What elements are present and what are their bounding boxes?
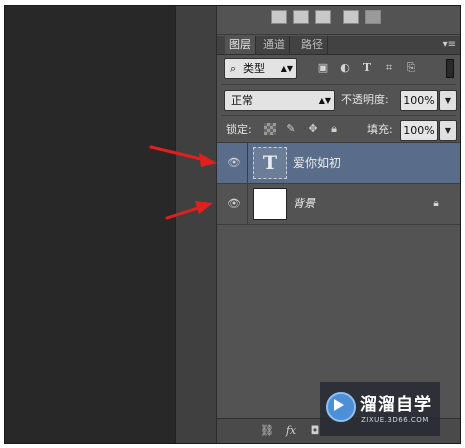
- fill-dropdown-button[interactable]: ▼: [439, 120, 457, 141]
- tab-channels[interactable]: 通道: [259, 36, 290, 54]
- tab-layers[interactable]: 图层: [225, 36, 256, 54]
- adjustment-preset-icon[interactable]: [365, 10, 381, 24]
- layer-filter-row: ⌕ 类型 ▲▼ ▣ ◐ T ⌗ ⎘: [217, 55, 460, 81]
- panel-menu-icon[interactable]: ▾≡: [443, 37, 456, 53]
- eye-icon[interactable]: 👁︎: [227, 156, 241, 170]
- adjustment-preset-icon[interactable]: [315, 10, 331, 24]
- layer-row[interactable]: 👁︎ 背景 🔒︎: [217, 184, 460, 225]
- smart-object-filter-icon[interactable]: ⎘: [404, 61, 418, 75]
- layer-row[interactable]: 👁︎ T 爱你如初: [217, 143, 460, 184]
- shape-filter-icon[interactable]: ⌗: [382, 61, 396, 75]
- watermark-title: 溜溜自学: [360, 395, 432, 415]
- layer-name[interactable]: 爱你如初: [293, 143, 341, 183]
- adjustment-preset-icon[interactable]: [293, 10, 309, 24]
- filter-kind-select[interactable]: ⌕ 类型 ▲▼: [224, 58, 297, 79]
- chevron-updown-icon: ▲▼: [280, 64, 293, 73]
- background-layer-thumbnail[interactable]: [253, 188, 287, 220]
- document-canvas-area: [5, 6, 175, 443]
- adjustment-preset-icon[interactable]: [343, 10, 359, 24]
- adjustment-preset-icon[interactable]: [271, 10, 287, 24]
- lock-icon: 🔒︎: [433, 198, 439, 209]
- eye-icon[interactable]: 👁︎: [227, 197, 241, 211]
- blend-row: 正常 ▲▼ 不透明度: 100% ▼: [217, 86, 460, 112]
- screenshot-frame: 图层 通道 路径 ▾≡ ⌕ 类型 ▲▼ ▣ ◐ T ⌗ ⎘ 正常 ▲▼ 不透明度…: [4, 5, 461, 444]
- fill-field[interactable]: 100%: [400, 120, 438, 141]
- tab-paths[interactable]: 路径: [297, 36, 328, 54]
- panel-tabs: 图层 通道 路径 ▾≡: [217, 36, 460, 55]
- lock-all-icon[interactable]: 🔒︎: [328, 123, 340, 135]
- chevron-updown-icon: ▲▼: [318, 96, 331, 105]
- layers-panel: 图层 通道 路径 ▾≡ ⌕ 类型 ▲▼ ▣ ◐ T ⌗ ⎘ 正常 ▲▼ 不透明度…: [216, 6, 460, 443]
- layer-style-button[interactable]: fx: [283, 423, 299, 439]
- lock-transparent-pixels-icon[interactable]: [264, 123, 276, 135]
- divider: [247, 184, 248, 224]
- layer-name[interactable]: 背景: [293, 184, 315, 224]
- watermark-logo: 溜溜自学 ZIXUE.3D66.COM: [320, 382, 440, 436]
- blend-mode-label: 正常: [231, 94, 253, 107]
- lock-image-pixels-icon[interactable]: ✎: [285, 123, 297, 135]
- filter-kind-label: 类型: [243, 62, 265, 75]
- watermark-subtitle: ZIXUE.3D66.COM: [361, 416, 429, 424]
- search-icon: ⌕: [230, 62, 237, 75]
- text-layer-thumbnail[interactable]: T: [253, 147, 287, 179]
- link-layers-icon[interactable]: ⛓: [259, 423, 275, 439]
- adjustment-filter-icon[interactable]: ◐: [338, 61, 352, 75]
- opacity-field[interactable]: 100%: [400, 90, 438, 111]
- play-triangle-icon: [334, 399, 344, 411]
- fill-label: 填充:: [367, 123, 393, 136]
- adjustments-icon-row: [217, 6, 460, 35]
- lock-row: 锁定: ✎ ✥ 🔒︎ 填充: 100% ▼: [217, 116, 460, 142]
- blend-mode-select[interactable]: 正常 ▲▼: [224, 90, 335, 111]
- opacity-dropdown-button[interactable]: ▼: [439, 90, 457, 111]
- panel-dock-strip: [175, 6, 216, 443]
- type-filter-icon[interactable]: T: [360, 61, 374, 75]
- lock-position-icon[interactable]: ✥: [307, 123, 319, 135]
- image-filter-icon[interactable]: ▣: [316, 61, 330, 75]
- divider: [247, 143, 248, 183]
- lock-label: 锁定:: [226, 123, 252, 136]
- divider: [221, 84, 456, 85]
- filter-toggle-switch[interactable]: [446, 59, 454, 78]
- opacity-label: 不透明度:: [341, 93, 389, 106]
